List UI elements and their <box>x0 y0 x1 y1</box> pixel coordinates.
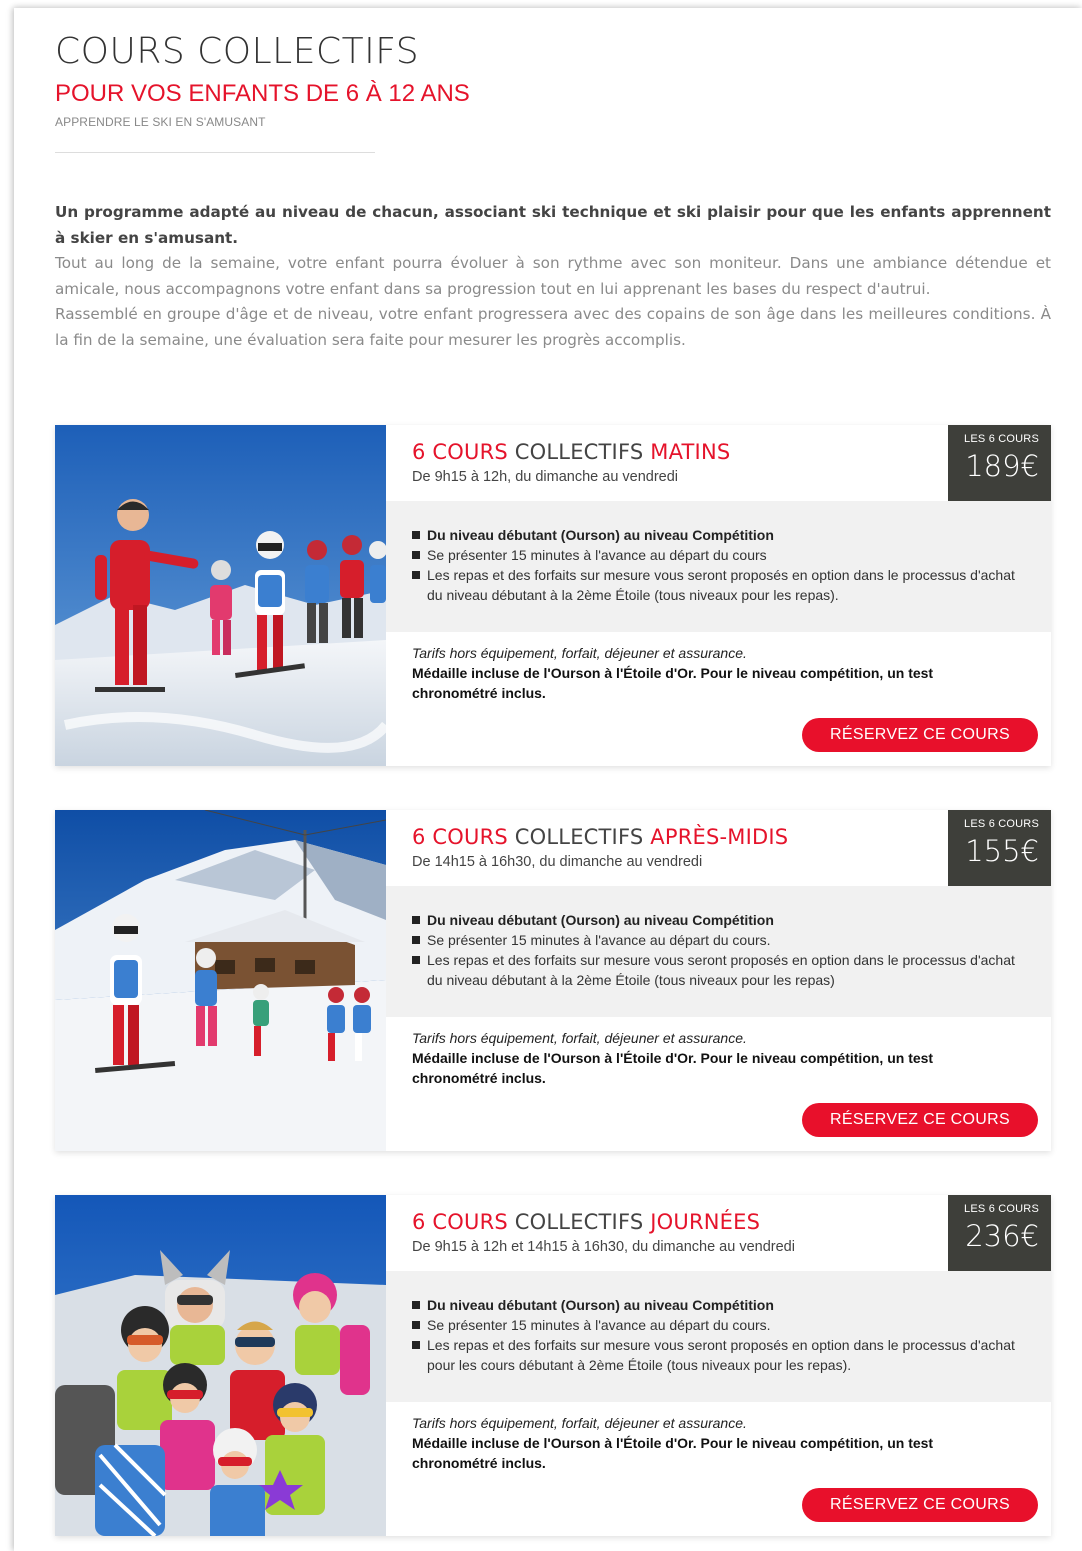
course-title-apres-midis: 6 COURS COLLECTIFS APRÈS-MIDIS <box>412 824 788 850</box>
price-box: LES 6 COURS 236€ <box>948 1195 1051 1272</box>
course-title-period: APRÈS-MIDIS <box>650 825 789 849</box>
course-photo-journees <box>55 1195 386 1536</box>
page-title: COURS COLLECTIFS <box>55 31 420 72</box>
course-photo-apres-midis <box>55 810 386 1151</box>
course-card-apres-midis: 6 COURS COLLECTIFS APRÈS-MIDIS De 14h15 … <box>55 810 1051 1151</box>
feature-item: Les repas et des forfaits sur mesure vou… <box>412 950 1031 990</box>
book-course-button[interactable]: RÉSERVEZ CE COURS <box>802 718 1038 752</box>
medal-note: Médaille incluse de l'Ourson à l'Étoile … <box>412 1435 934 1471</box>
course-photo-matins <box>55 425 386 766</box>
course-title-count: 6 COURS <box>412 825 508 849</box>
feature-item: Les repas et des forfaits sur mesure vou… <box>412 1335 1031 1375</box>
feature-item: Du niveau débutant (Ourson) au niveau Co… <box>412 525 1031 545</box>
header-divider <box>55 152 375 153</box>
feature-item: Du niveau débutant (Ourson) au niveau Co… <box>412 1295 1031 1315</box>
intro-text: Un programme adapté au niveau de chacun,… <box>55 200 1051 354</box>
book-course-button[interactable]: RÉSERVEZ CE COURS <box>802 1103 1038 1137</box>
course-notes: Tarifs hors équipement, forfait, déjeune… <box>412 1028 972 1088</box>
course-title-main: COLLECTIFS <box>507 1210 651 1234</box>
course-features: Du niveau débutant (Ourson) au niveau Co… <box>386 886 1051 1017</box>
price-amount: 155€ <box>965 834 1039 868</box>
course-title-count: 6 COURS <box>412 440 508 464</box>
price-label: LES 6 COURS <box>964 433 1039 445</box>
feature-item: Se présenter 15 minutes à l'avance au dé… <box>412 930 1031 950</box>
intro-paragraph-1: Tout au long de la semaine, votre enfant… <box>55 254 1051 298</box>
medal-note: Médaille incluse de l'Ourson à l'Étoile … <box>412 1050 934 1086</box>
price-box: LES 6 COURS 189€ <box>948 425 1051 502</box>
intro-paragraph-2: Rassemblé en groupe d'âge et de niveau, … <box>55 305 1051 349</box>
page-header: COURS COLLECTIFS POUR VOS ENFANTS DE 6 À… <box>55 30 475 153</box>
feature-item: Se présenter 15 minutes à l'avance au dé… <box>412 545 1031 565</box>
course-card-journees: 6 COURS COLLECTIFS JOURNÉES De 9h15 à 12… <box>55 1195 1051 1536</box>
medal-note: Médaille incluse de l'Ourson à l'Étoile … <box>412 665 934 701</box>
course-title-main: COLLECTIFS <box>507 825 651 849</box>
course-title-main: COLLECTIFS <box>507 440 651 464</box>
pricing-note: Tarifs hors équipement, forfait, déjeune… <box>412 645 747 661</box>
course-title-count: 6 COURS <box>412 1210 508 1234</box>
feature-item: Les repas et des forfaits sur mesure vou… <box>412 565 1031 605</box>
course-features: Du niveau débutant (Ourson) au niveau Co… <box>386 1271 1051 1402</box>
pricing-note: Tarifs hors équipement, forfait, déjeune… <box>412 1415 747 1431</box>
book-course-button[interactable]: RÉSERVEZ CE COURS <box>802 1488 1038 1522</box>
course-features: Du niveau débutant (Ourson) au niveau Co… <box>386 501 1051 632</box>
course-title-period: MATINS <box>650 440 731 464</box>
feature-item: Du niveau débutant (Ourson) au niveau Co… <box>412 910 1031 930</box>
price-amount: 189€ <box>965 449 1039 483</box>
course-title-matins: 6 COURS COLLECTIFS MATINS <box>412 439 730 465</box>
course-card-matins: 6 COURS COLLECTIFS MATINS De 9h15 à 12h,… <box>55 425 1051 766</box>
page-tagline: APPRENDRE LE SKI EN S'AMUSANT <box>55 115 266 129</box>
intro-lead: Un programme adapté au niveau de chacun,… <box>55 203 1051 247</box>
course-notes: Tarifs hors équipement, forfait, déjeune… <box>412 1413 972 1473</box>
price-label: LES 6 COURS <box>964 1203 1039 1215</box>
course-notes: Tarifs hors équipement, forfait, déjeune… <box>412 643 972 703</box>
course-schedule: De 9h15 à 12h, du dimanche au vendredi <box>412 469 679 485</box>
pricing-note: Tarifs hors équipement, forfait, déjeune… <box>412 1030 747 1046</box>
course-title-journees: 6 COURS COLLECTIFS JOURNÉES <box>412 1209 760 1235</box>
page-subtitle: POUR VOS ENFANTS DE 6 À 12 ANS <box>55 80 470 107</box>
price-amount: 236€ <box>965 1219 1039 1253</box>
feature-item: Se présenter 15 minutes à l'avance au dé… <box>412 1315 1031 1335</box>
course-title-period: JOURNÉES <box>650 1210 761 1234</box>
price-box: LES 6 COURS 155€ <box>948 810 1051 887</box>
price-label: LES 6 COURS <box>964 818 1039 830</box>
course-schedule: De 14h15 à 16h30, du dimanche au vendred… <box>412 854 703 870</box>
course-schedule: De 9h15 à 12h et 14h15 à 16h30, du diman… <box>412 1239 795 1255</box>
